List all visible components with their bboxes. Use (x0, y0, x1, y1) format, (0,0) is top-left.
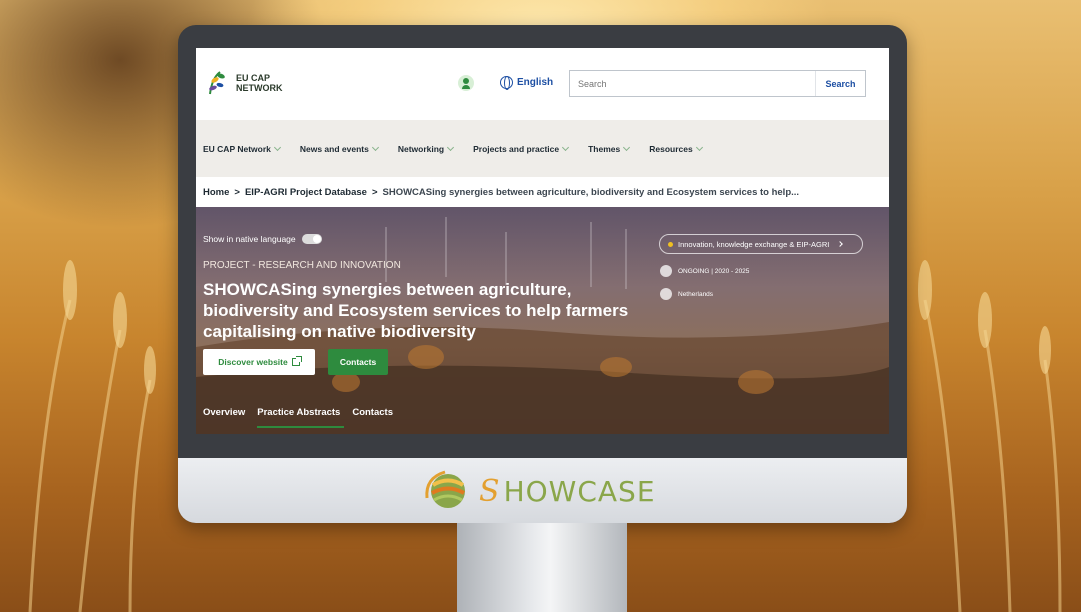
theme-tag[interactable]: Innovation, knowledge exchange & EIP-AGR… (659, 234, 863, 254)
project-country-text: Netherlands (678, 290, 714, 298)
project-status: ONGOING | 2020 - 2025 (660, 265, 749, 277)
globe-icon (500, 76, 513, 90)
brand-s-letter: S (479, 473, 500, 509)
search-button[interactable]: Search (815, 71, 865, 96)
native-language-toggle[interactable]: Show in native language (203, 234, 322, 244)
showcase-brand-logo: S HOWCASE (421, 468, 656, 514)
chevron-down-icon (273, 143, 281, 151)
theme-tag-label: Innovation, knowledge exchange & EIP-AGR… (678, 239, 830, 249)
project-country: Netherlands (660, 288, 713, 300)
nav-item-label: Networking (397, 143, 445, 154)
chevron-down-icon (562, 143, 570, 151)
project-title: SHOWCASing synergies between agriculture… (203, 280, 629, 341)
website-screen: EU CAP NETWORK English Search EU CAP Net… (196, 48, 889, 434)
project-tabs: Overview Practice Abstracts Contacts (203, 407, 393, 428)
brand-wordmark: HOWCASE (503, 474, 656, 508)
search-input[interactable] (570, 71, 815, 96)
showcase-globe-icon (425, 470, 465, 508)
nav-item-themes[interactable]: Themes (588, 143, 631, 154)
toggle-switch[interactable] (301, 234, 322, 244)
nav-item-label: News and events (299, 143, 369, 154)
nav-item-label: EU CAP Network (203, 143, 271, 154)
logo-text-line2: NETWORK (236, 83, 283, 93)
breadcrumb-separator: > (234, 186, 240, 198)
search-bar: Search (569, 70, 866, 97)
logo-text-line1: EU CAP (236, 73, 271, 83)
contacts-button[interactable]: Contacts (328, 349, 388, 375)
discover-website-button[interactable]: Discover website (203, 349, 315, 375)
toggle-label: Show in native language (203, 234, 296, 244)
location-pin-icon (660, 288, 672, 300)
nav-item-projects-and-practice[interactable]: Projects and practice (473, 143, 570, 154)
external-link-icon (291, 356, 302, 366)
project-type-label: PROJECT - RESEARCH AND INNOVATION (203, 260, 401, 271)
breadcrumb-separator: > (371, 186, 378, 198)
user-account-icon[interactable] (458, 75, 474, 91)
nav-item-networking[interactable]: Networking (397, 143, 455, 154)
tab-overview[interactable]: Overview (203, 407, 245, 418)
chevron-down-icon (447, 143, 455, 151)
nav-item-label: Resources (649, 143, 693, 154)
nav-item-label: Projects and practice (473, 143, 560, 154)
nav-item-eu-cap-network[interactable]: EU CAP Network (203, 143, 281, 154)
chevron-down-icon (371, 143, 379, 151)
chevron-down-icon (623, 143, 631, 151)
breadcrumb: Home > EIP-AGRI Project Database > SHOWC… (196, 177, 889, 207)
project-status-text: ONGOING | 2020 - 2025 (678, 267, 750, 275)
calendar-icon (660, 265, 672, 277)
nav-item-news-and-events[interactable]: News and events (299, 143, 379, 154)
main-navigation: EU CAP Network News and events Networkin… (196, 120, 889, 177)
discover-website-label: Discover website (218, 357, 288, 367)
logo-leaf-icon (209, 71, 225, 95)
breadcrumb-home[interactable]: Home (203, 187, 229, 198)
language-selector[interactable]: English (500, 76, 554, 90)
eu-cap-network-logo[interactable]: EU CAP NETWORK (206, 68, 283, 98)
theme-dot-icon (668, 241, 673, 247)
nav-item-label: Themes (588, 143, 621, 154)
project-hero: Show in native language PROJECT - RESEAR… (196, 207, 889, 434)
chevron-down-icon (695, 143, 703, 151)
chevron-right-icon (837, 241, 844, 247)
nav-item-resources[interactable]: Resources (649, 143, 703, 154)
tab-practice-abstracts[interactable]: Practice Abstracts (257, 407, 345, 428)
language-label: English (517, 77, 554, 88)
site-header: EU CAP NETWORK English Search (196, 48, 889, 120)
breadcrumb-project-database[interactable]: EIP-AGRI Project Database (245, 187, 367, 198)
monitor-stand (457, 523, 627, 612)
tab-contacts[interactable]: Contacts (352, 407, 393, 418)
breadcrumb-current: SHOWCASing synergies between agriculture… (382, 186, 800, 198)
